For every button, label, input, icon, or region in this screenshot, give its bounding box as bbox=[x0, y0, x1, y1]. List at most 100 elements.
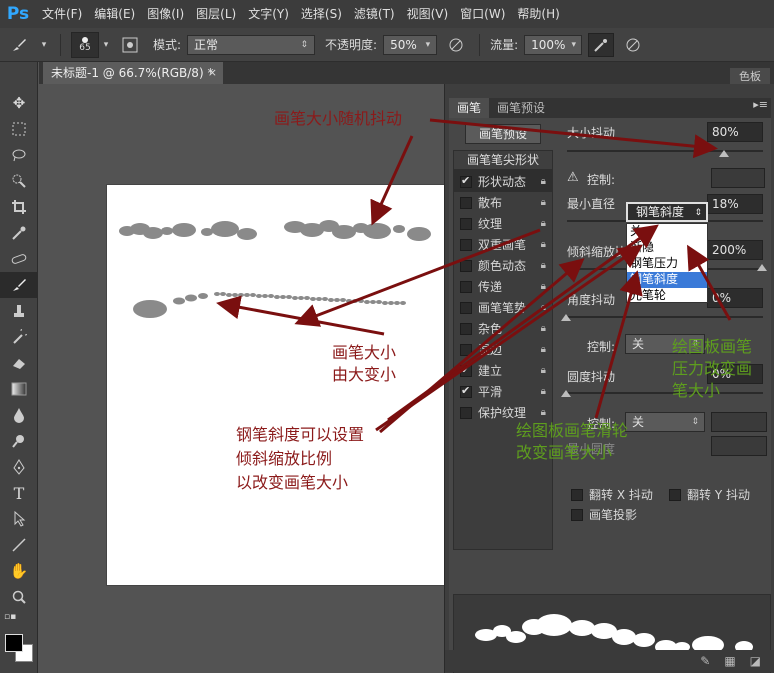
history-brush-tool-icon[interactable] bbox=[0, 324, 38, 350]
list-item-shape-dynamics[interactable]: 形状动态 🔒︎ bbox=[454, 171, 552, 192]
list-item-wet-edges[interactable]: 湿边 🔒︎ bbox=[454, 339, 552, 360]
move-tool-icon[interactable]: ✥ bbox=[0, 90, 38, 116]
brush-preset-arrow-icon[interactable]: ▾ bbox=[101, 33, 111, 57]
control-select[interactable]: 钢笔斜度 ⇕ bbox=[626, 202, 708, 222]
lock-icon[interactable]: 🔒︎ bbox=[541, 218, 546, 229]
tab-brush-presets[interactable]: 画笔预设 bbox=[489, 98, 553, 118]
angle-jitter-input[interactable]: 0% bbox=[707, 288, 763, 308]
lock-icon[interactable]: 🔒︎ bbox=[541, 344, 546, 355]
checkbox[interactable] bbox=[460, 238, 472, 251]
opacity-input[interactable]: 50% ▾ bbox=[383, 34, 438, 55]
checkbox[interactable] bbox=[460, 174, 472, 188]
brush-tool-icon[interactable] bbox=[6, 33, 32, 57]
list-item-scattering[interactable]: 散布 🔒︎ bbox=[454, 192, 552, 213]
list-item-dual-brush[interactable]: 双重画笔 🔒︎ bbox=[454, 234, 552, 255]
lock-icon[interactable]: 🔒︎ bbox=[541, 386, 546, 397]
angle-jitter-slider[interactable] bbox=[567, 316, 763, 318]
path-selection-tool-icon[interactable] bbox=[0, 506, 38, 532]
line-tool-icon[interactable] bbox=[0, 532, 38, 558]
crop-tool-icon[interactable] bbox=[0, 194, 38, 220]
brush-panel-toggle-icon[interactable] bbox=[117, 33, 143, 57]
slider-handle-icon[interactable] bbox=[719, 150, 729, 157]
brush-preset-picker[interactable]: 65 bbox=[71, 31, 99, 58]
lock-icon[interactable]: 🔒︎ bbox=[541, 176, 546, 187]
default-colors-icon[interactable]: ▫▪ bbox=[0, 610, 38, 624]
list-item-smoothing[interactable]: 平滑 🔒︎ bbox=[454, 381, 552, 402]
hand-tool-icon[interactable]: ✋ bbox=[0, 558, 38, 584]
slider-handle-icon[interactable] bbox=[757, 264, 767, 271]
pressure-size-icon[interactable] bbox=[620, 33, 646, 57]
dropdown-option-pen-pressure[interactable]: 钢笔压力 bbox=[627, 256, 707, 272]
list-item-build-up[interactable]: 建立 🔒︎ bbox=[454, 360, 552, 381]
clone-stamp-tool-icon[interactable] bbox=[0, 298, 38, 324]
marquee-tool-icon[interactable] bbox=[0, 116, 38, 142]
list-item-texture[interactable]: 纹理 🔒︎ bbox=[454, 213, 552, 234]
lock-icon[interactable]: 🔒︎ bbox=[541, 302, 546, 313]
grid-icon[interactable]: ▦ bbox=[724, 654, 735, 668]
slider-handle-icon[interactable] bbox=[561, 314, 571, 321]
brush-presets-button[interactable]: 画笔预设 bbox=[465, 124, 541, 144]
close-icon[interactable]: × bbox=[208, 62, 217, 84]
list-item-brush-pose[interactable]: 画笔笔势 🔒︎ bbox=[454, 297, 552, 318]
document-tab[interactable]: 未标题-1 @ 66.7%(RGB/8) * × bbox=[43, 62, 223, 84]
tool-preset-arrow-icon[interactable]: ▾ bbox=[38, 33, 50, 57]
checkbox[interactable] bbox=[460, 363, 472, 377]
brush-tip-shape-item[interactable]: 画笔笔尖形状 bbox=[453, 150, 553, 170]
menu-help[interactable]: 帮助(H) bbox=[511, 0, 565, 28]
menu-file[interactable]: 文件(F) bbox=[36, 0, 88, 28]
checkbox[interactable] bbox=[460, 343, 472, 356]
lock-icon[interactable]: 🔒︎ bbox=[541, 323, 546, 334]
tab-brush[interactable]: 画笔 bbox=[449, 98, 490, 118]
tilt-scale-input[interactable]: 200% bbox=[707, 240, 763, 260]
checkbox[interactable] bbox=[571, 508, 583, 521]
control3-select[interactable]: 关 ⇕ bbox=[625, 412, 705, 432]
dropdown-option-pen-tilt[interactable]: 钢笔斜度 bbox=[627, 272, 707, 288]
checkbox[interactable] bbox=[460, 301, 472, 314]
lock-icon[interactable]: 🔒︎ bbox=[541, 281, 546, 292]
lock-icon[interactable]: 🔒︎ bbox=[541, 365, 546, 376]
panel-menu-icon[interactable]: ▸≡ bbox=[753, 98, 768, 111]
checkbox[interactable] bbox=[460, 406, 472, 419]
pressure-opacity-icon[interactable] bbox=[443, 33, 469, 57]
lasso-tool-icon[interactable] bbox=[0, 142, 38, 168]
flip-y-option[interactable]: 翻转 Y 抖动 bbox=[663, 486, 750, 503]
checkbox[interactable] bbox=[460, 217, 472, 230]
dropdown-option-stylus-wheel[interactable]: 光笔轮 bbox=[627, 288, 707, 304]
size-jitter-input[interactable]: 80% bbox=[707, 122, 763, 142]
menu-window[interactable]: 窗口(W) bbox=[454, 0, 511, 28]
menu-image[interactable]: 图像(I) bbox=[141, 0, 190, 28]
menu-view[interactable]: 视图(V) bbox=[401, 0, 455, 28]
lock-icon[interactable]: 🔒︎ bbox=[541, 239, 546, 250]
airbrush-icon[interactable] bbox=[588, 32, 615, 57]
menu-layer[interactable]: 图层(L) bbox=[190, 0, 242, 28]
min-diameter-input[interactable]: 18% bbox=[707, 194, 763, 214]
list-item-color-dynamics[interactable]: 颜色动态 🔒︎ bbox=[454, 255, 552, 276]
checkbox[interactable] bbox=[460, 384, 472, 398]
pen-tool-icon[interactable] bbox=[0, 454, 38, 480]
swatches-tab[interactable]: 色板 bbox=[730, 68, 770, 84]
lock-icon[interactable]: 🔒︎ bbox=[541, 197, 546, 208]
new-brush-icon[interactable]: ◪ bbox=[750, 654, 761, 668]
eyedropper-tool-icon[interactable] bbox=[0, 220, 38, 246]
flow-input[interactable]: 100% ▾ bbox=[524, 34, 583, 55]
checkbox[interactable] bbox=[460, 196, 472, 209]
foreground-color-swatch[interactable] bbox=[5, 634, 23, 652]
gradient-tool-icon[interactable] bbox=[0, 376, 38, 402]
zoom-tool-icon[interactable] bbox=[0, 584, 38, 610]
checkbox[interactable] bbox=[460, 259, 472, 272]
checkbox[interactable] bbox=[669, 488, 681, 501]
roundness-jitter-slider[interactable] bbox=[567, 392, 763, 394]
flip-x-option[interactable]: 翻转 X 抖动 bbox=[565, 486, 653, 503]
menu-type[interactable]: 文字(Y) bbox=[242, 0, 295, 28]
dropdown-option-fade[interactable]: 渐隐 bbox=[627, 240, 707, 256]
quick-select-tool-icon[interactable] bbox=[0, 168, 38, 194]
menu-select[interactable]: 选择(S) bbox=[295, 0, 348, 28]
mode-select[interactable]: 正常 ⇕ bbox=[187, 34, 316, 55]
slider-handle-icon[interactable] bbox=[561, 390, 571, 397]
menu-edit[interactable]: 编辑(E) bbox=[88, 0, 141, 28]
brush-projection-option[interactable]: 画笔投影 bbox=[565, 506, 637, 523]
type-tool-icon[interactable]: T bbox=[0, 480, 38, 506]
eraser-tool-icon[interactable] bbox=[0, 350, 38, 376]
brush-tool-icon[interactable] bbox=[0, 272, 38, 298]
checkbox[interactable] bbox=[460, 280, 472, 293]
